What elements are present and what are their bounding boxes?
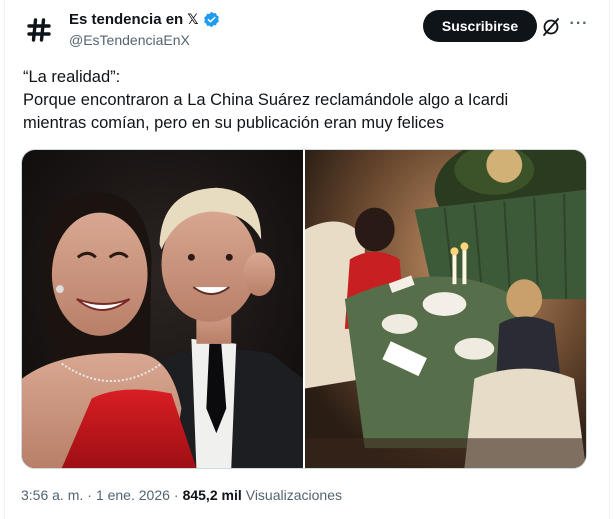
- separator: ·: [173, 487, 179, 503]
- restaurant-dinner-photo[interactable]: [305, 150, 586, 468]
- tweet-meta: 3:56 a. m. · 1 ene. 2026 · 845,2 mil Vis…: [21, 487, 342, 503]
- author-name-row[interactable]: Es tendencia en 𝕏: [69, 11, 220, 28]
- separator: ·: [87, 487, 92, 503]
- tweet-text: “La realidad”: Porque encontraron a La C…: [23, 66, 583, 135]
- views-label: Visualizaciones: [245, 487, 342, 503]
- avatar[interactable]: [19, 10, 59, 50]
- couple-selfie-photo[interactable]: [22, 150, 303, 468]
- subscribe-button[interactable]: Suscribirse: [423, 10, 537, 42]
- media-grid: [21, 149, 587, 469]
- display-name[interactable]: Es tendencia en: [69, 11, 183, 28]
- views-count: 845,2 mil: [182, 487, 242, 503]
- tweet-time[interactable]: 3:56 a. m.: [21, 487, 83, 503]
- more-icon[interactable]: ···: [567, 14, 591, 38]
- tweet-header: Es tendencia en 𝕏 @EsTendenciaEnX Suscri…: [5, 0, 609, 60]
- x-logo-icon: 𝕏: [187, 11, 199, 27]
- tweet-line-1: “La realidad”:: [23, 68, 121, 86]
- tweet-line-3: mientras comían, pero en su publicación …: [23, 114, 444, 132]
- tweet-card: Es tendencia en 𝕏 @EsTendenciaEnX Suscri…: [4, 0, 610, 519]
- tweet-date[interactable]: 1 ene. 2026: [96, 487, 170, 503]
- hashtag-icon: [27, 18, 51, 42]
- tweet-line-2: Porque encontraron a La China Suárez rec…: [23, 91, 509, 109]
- handle[interactable]: @EsTendenciaEnX: [69, 32, 190, 48]
- grok-icon[interactable]: [541, 17, 561, 37]
- verified-badge-icon: [203, 11, 219, 28]
